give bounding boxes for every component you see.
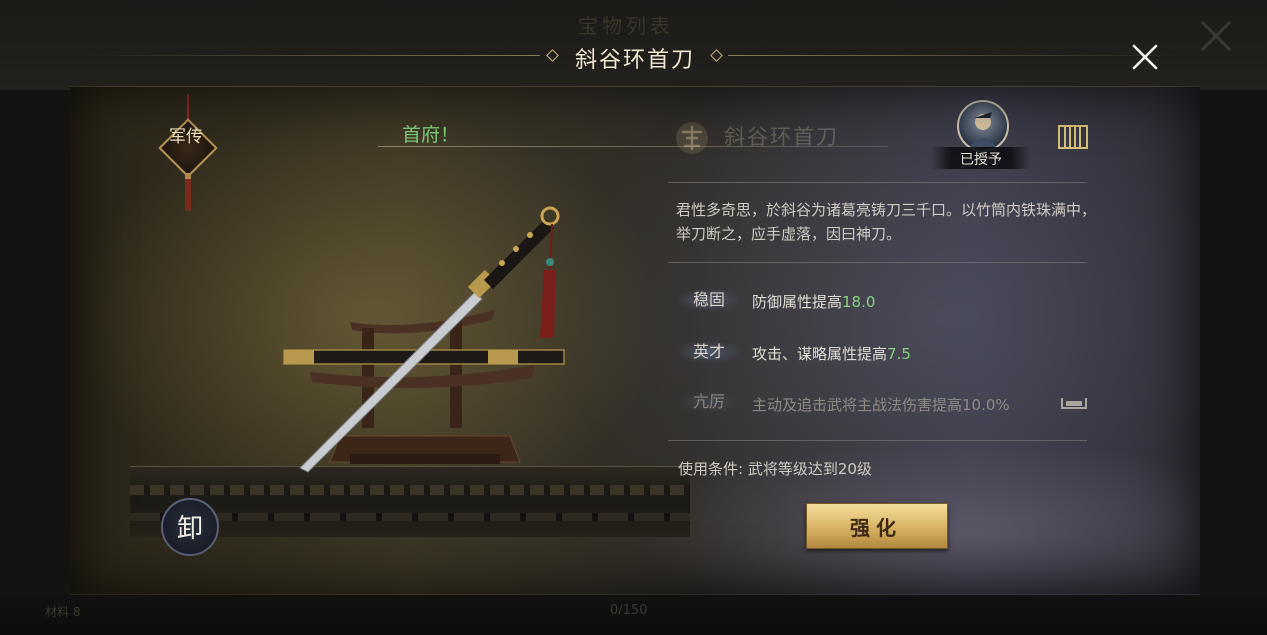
modal-header: 斜谷环首刀 [0,38,1267,74]
granted-label: 已授予 [960,152,1002,168]
locked-attribute-icon [1061,398,1087,409]
owner-status-text: 首府！ [402,124,460,146]
attribute-row-stability: 防御属性提高18.0 [752,291,875,312]
attribute-value: 7.5 [887,345,911,363]
sword-illustration [283,206,565,473]
attribute-tag-stability: 稳固 [678,289,740,311]
divider-bottom [668,440,1087,441]
general-avatar[interactable] [957,100,1009,152]
attribute-text: 主动及追击武将主战法伤害提高10.0% [752,396,1010,414]
general-portrait-icon [969,112,997,148]
item-description: 君性多奇思，於斜谷为诸葛亮铸刀三千口。以竹筒内铁珠满中，举刀断之，应手虚落，因曰… [676,201,1097,243]
attribute-row-fierce: 主动及追击武将主战法伤害提高10.0% [752,394,1010,415]
title-ornament-right [710,49,723,62]
background-capacity-counter: 0/150 [610,603,648,618]
background-title: 宝物列表 [578,14,674,38]
attribute-tag-fierce: 亢厉 [678,391,740,413]
bamboo-scroll-icon[interactable] [1058,124,1088,150]
title-divider-right [728,55,1188,56]
treasure-watermark-name: 斜谷环首刀 [724,125,839,149]
attribute-value: 18.0 [842,293,876,311]
title-divider-left [80,55,540,56]
close-icon [1132,44,1158,70]
treasure-seal-icon [676,122,708,154]
background-material-count: 材料 8 [45,605,81,619]
usage-requirement: 使用条件: 武将等级达到20级 [678,460,872,478]
attribute-tag-talent: 英才 [678,341,740,363]
platform-pattern-band [130,485,690,495]
attribute-text: 攻击、谋略属性提高 [752,345,888,363]
close-button[interactable] [1128,40,1162,74]
divider-top [668,182,1087,183]
modal-title: 斜谷环首刀 [574,48,695,73]
badge-label: 军传 [169,127,203,147]
attribute-row-talent: 攻击、谋略属性提高7.5 [752,343,911,364]
divider-middle [668,262,1087,263]
unequip-label: 卸 [176,514,203,544]
enhance-button-label: 强化 [850,516,902,540]
title-ornament-left [546,49,559,62]
badge-tassel [185,173,191,211]
attribute-text: 防御属性提高 [752,293,843,311]
